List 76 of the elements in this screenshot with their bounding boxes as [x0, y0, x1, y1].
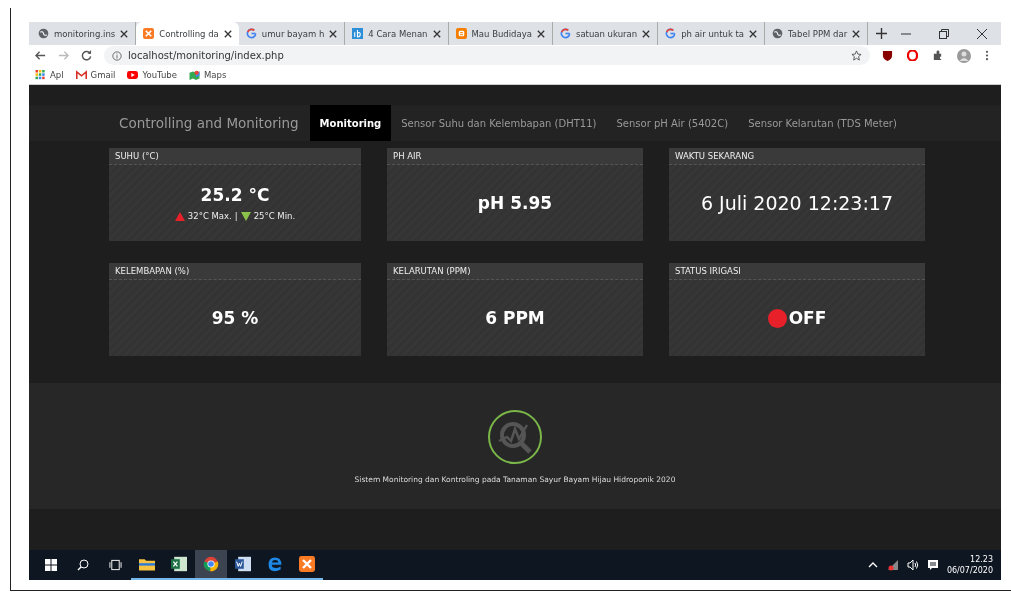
card-value: 95 % [211, 308, 259, 328]
down-triangle-icon [240, 211, 251, 221]
bookmark-link[interactable]: Gmail [90, 70, 116, 80]
spreadsheet-icon [171, 556, 187, 572]
close-icon[interactable] [642, 29, 651, 38]
card-value: 6 PPM [485, 308, 545, 328]
ib-icon [352, 28, 364, 39]
google-icon [559, 28, 571, 39]
bookmark-link[interactable]: Maps [203, 70, 227, 80]
puzzle-icon[interactable] [932, 50, 943, 61]
chrome-icon [203, 556, 219, 572]
new-tab-icon[interactable] [876, 28, 888, 39]
card-title: SUHU (°C) [109, 148, 361, 165]
card-title: WAKTU SEKARANG [669, 148, 925, 165]
blogger-icon [455, 28, 467, 39]
close-icon[interactable] [120, 29, 129, 38]
close-icon[interactable] [977, 28, 987, 39]
google-icon [665, 28, 677, 39]
gmail-icon [75, 70, 87, 80]
folder-icon [139, 556, 155, 572]
avatar-icon[interactable] [957, 48, 971, 63]
back-icon[interactable] [35, 50, 46, 61]
close-icon[interactable] [432, 29, 441, 38]
close-icon[interactable] [749, 29, 758, 38]
nav-link[interactable]: Sensor Suhu dan Kelembapan (DHT11) [391, 105, 607, 141]
task-view-icon[interactable] [108, 559, 122, 571]
restore-icon[interactable] [939, 28, 949, 39]
edge-icon [267, 556, 283, 572]
document-icon [235, 556, 251, 572]
xampp-icon [143, 28, 155, 39]
max-label: 32°C Max. [187, 211, 232, 221]
card-value: 25.2 °C [200, 185, 270, 205]
menu-icon[interactable] [985, 50, 989, 61]
reload-icon[interactable] [81, 50, 92, 61]
bookmark-link[interactable]: Apl [50, 70, 64, 80]
search-icon[interactable] [77, 559, 89, 571]
xampp-icon [299, 556, 315, 572]
min-label: 25°C Min. [253, 211, 296, 221]
card-title: KELARUTAN (PPM) [387, 263, 643, 280]
shield-icon[interactable] [882, 50, 893, 61]
google-icon [245, 28, 257, 39]
monitoring-logo-icon [487, 408, 543, 465]
close-icon[interactable] [223, 29, 232, 38]
nav-link[interactable]: Sensor Kelarutan (TDS Meter) [738, 105, 907, 141]
site-brand[interactable]: Controlling and Monitoring [119, 115, 299, 131]
card-value: pH 5.95 [477, 193, 553, 213]
address-bar[interactable]: localhost/monitoring/index.php [104, 46, 870, 65]
notification-icon[interactable] [926, 559, 939, 571]
nav-link[interactable]: Sensor pH Air (5402C) [606, 105, 739, 141]
clock-date: 06/07/2020 [946, 565, 993, 576]
close-icon[interactable] [329, 29, 338, 38]
browser-tab[interactable]: Controlling da [136, 22, 239, 45]
windows-start-icon[interactable] [45, 559, 57, 571]
card-value: OFF [788, 308, 827, 328]
ring-icon[interactable] [907, 50, 918, 61]
star-icon[interactable] [851, 50, 862, 61]
card-title: PH AIR [387, 148, 643, 165]
globe-icon [38, 28, 49, 39]
card-title: KELEMBAPAN (%) [109, 263, 361, 280]
clock-time: 12.23 [970, 554, 993, 565]
info-icon [112, 50, 122, 61]
bookmark-link[interactable]: YouTube [142, 70, 177, 80]
youtube-icon [127, 70, 139, 80]
close-icon[interactable] [852, 29, 861, 38]
up-triangle-icon [174, 211, 185, 221]
url-text: localhost/monitoring/index.php [128, 50, 284, 61]
globe-icon [772, 28, 784, 39]
speaker-icon[interactable] [906, 559, 919, 571]
maps-icon [188, 70, 200, 80]
apps-grid-icon [35, 70, 46, 80]
nav-link[interactable]: Monitoring [309, 105, 392, 141]
network-icon[interactable] [886, 559, 899, 571]
close-icon[interactable] [536, 29, 545, 38]
card-title: STATUS IRIGASI [669, 263, 925, 280]
separator: | [234, 211, 238, 221]
card-value: 6 Juli 2020 12:23:17 [700, 192, 894, 214]
